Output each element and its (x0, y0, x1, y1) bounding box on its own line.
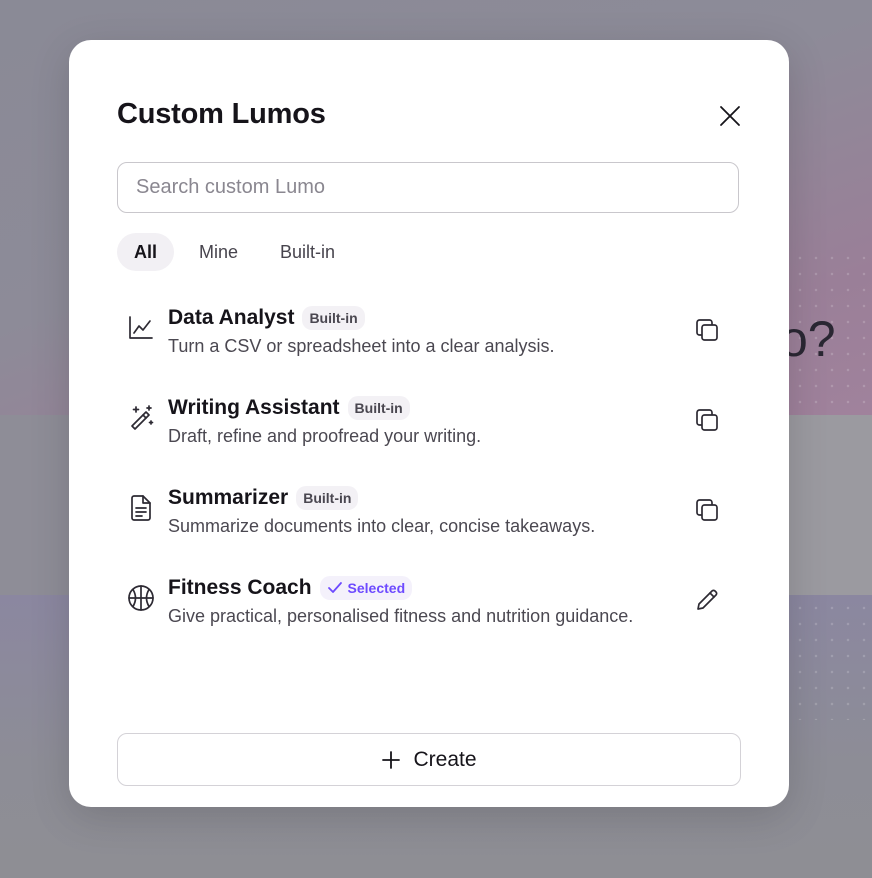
copy-icon (696, 319, 718, 341)
filter-tabs: All Mine Built-in (117, 233, 352, 271)
item-description: Summarize documents into clear, concise … (168, 516, 596, 536)
list-item-writing-assistant[interactable]: Writing Assistant Built-in Draft, refine… (117, 378, 739, 468)
item-description: Give practical, personalised fitness and… (168, 606, 634, 626)
check-icon (327, 582, 342, 593)
duplicate-button[interactable] (693, 316, 721, 344)
edit-button[interactable] (693, 586, 721, 614)
copy-icon (696, 409, 718, 431)
item-name: Data Analyst (168, 306, 295, 329)
document-icon (131, 495, 151, 521)
built-in-badge: Built-in (296, 486, 359, 510)
chart-line-icon (129, 316, 153, 339)
selected-label: Selected (347, 580, 406, 596)
custom-lumos-dialog: Custom Lumos All Mine Built-in Data Anal… (69, 40, 789, 807)
tab-built-in[interactable]: Built-in (263, 233, 352, 271)
lumo-list: Data Analyst Built-in Turn a CSV or spre… (117, 288, 739, 648)
search-input[interactable] (117, 162, 739, 213)
selected-badge: Selected (319, 576, 413, 600)
list-item-summarizer[interactable]: Summarizer Built-in Summarize documents … (117, 468, 739, 558)
duplicate-button[interactable] (693, 496, 721, 524)
magic-wand-icon (131, 405, 154, 430)
built-in-badge: Built-in (302, 306, 365, 330)
create-button[interactable]: Create (117, 733, 741, 786)
item-name: Writing Assistant (168, 396, 340, 419)
close-icon (720, 106, 740, 126)
create-label: Create (413, 747, 477, 771)
copy-icon (696, 499, 718, 521)
item-description: Draft, refine and proofread your writing… (168, 426, 482, 446)
item-description: Turn a CSV or spreadsheet into a clear a… (168, 336, 555, 356)
built-in-badge: Built-in (347, 396, 410, 420)
list-item-fitness-coach[interactable]: Fitness Coach Selected Give practical, p… (117, 558, 739, 648)
tab-all[interactable]: All (117, 233, 175, 271)
item-name: Fitness Coach (168, 576, 312, 599)
list-item-data-analyst[interactable]: Data Analyst Built-in Turn a CSV or spre… (117, 288, 739, 378)
dialog-title: Custom Lumos (117, 98, 326, 130)
tab-mine[interactable]: Mine (182, 233, 255, 271)
basketball-icon (128, 585, 154, 611)
pencil-icon (697, 589, 718, 610)
close-button[interactable] (715, 101, 745, 131)
duplicate-button[interactable] (693, 406, 721, 434)
plus-icon (382, 750, 401, 769)
item-name: Summarizer (168, 486, 289, 509)
